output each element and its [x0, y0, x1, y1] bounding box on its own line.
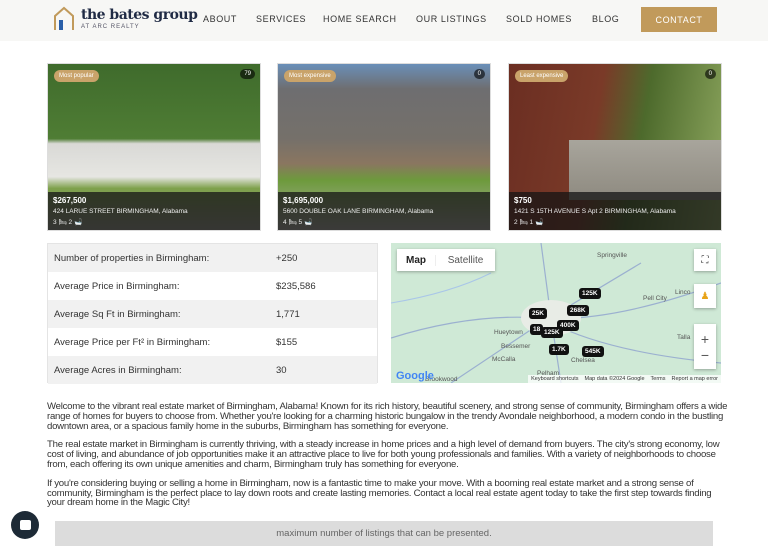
listing-address: 1421 S 15TH AVENUE S Apt 2 BIRMINGHAM, A… — [514, 208, 676, 215]
nav-sold-homes[interactable]: SOLD HOMES — [506, 14, 572, 24]
paragraph: The real estate market in Birmingham is … — [47, 439, 720, 470]
house-logo-icon — [53, 6, 75, 32]
stat-value: $155 — [276, 336, 298, 348]
map-place-label: Talla — [677, 334, 691, 341]
map-place-label: Hueytown — [494, 329, 523, 336]
baths-count: 2 — [68, 219, 73, 226]
stat-row: Number of properties in Birmingham: +250 — [48, 244, 377, 272]
stat-label: Average Sq Ft in Birmingham: — [54, 308, 181, 320]
keyboard-shortcuts-link[interactable]: Keyboard shortcuts — [531, 376, 578, 382]
beds-count: 2 — [514, 219, 518, 226]
terms-link[interactable]: Terms — [651, 376, 666, 382]
driveway — [569, 140, 721, 200]
report-error-link[interactable]: Report a map error — [672, 376, 718, 382]
map-price-marker[interactable]: 25K — [529, 308, 547, 319]
map-type-control: Map Satellite — [397, 249, 495, 271]
listing-address: 5600 DOUBLE OAK LANE BIRMINGHAM, Alabama — [283, 208, 434, 215]
chat-icon — [19, 520, 31, 530]
logo-title: the bates group — [81, 7, 198, 23]
map-place-label: Pell City — [643, 295, 667, 302]
nav-services[interactable]: SERVICES — [256, 14, 306, 24]
view-count: 79 — [240, 69, 255, 79]
bath-icon: 🛁 — [534, 219, 544, 226]
listing-badge: Most popular — [54, 70, 99, 82]
stat-value: +250 — [276, 252, 298, 264]
logo[interactable]: the bates group AT ARC REALTY — [53, 6, 198, 32]
map-price-marker[interactable]: 268K — [567, 305, 589, 316]
listing-card[interactable]: Most expensive 0 $1,695,000 5600 DOUBLE O… — [277, 63, 491, 231]
stat-value: 30 — [276, 364, 287, 376]
map-data-text: Map data ©2024 Google — [584, 376, 645, 382]
contact-button[interactable]: CONTACT — [641, 7, 717, 32]
bed-icon: 🛏 — [58, 219, 67, 226]
market-description: Welcome to the vibrant real estate marke… — [47, 402, 729, 517]
map-place-label: Springville — [597, 252, 627, 259]
stat-row: Average Price per Ft² in Birmingham: $155 — [48, 328, 377, 356]
paragraph: Welcome to the vibrant real estate marke… — [47, 401, 728, 432]
map-price-marker[interactable]: 125K — [579, 288, 601, 299]
stat-label: Average Acres in Birmingham: — [54, 364, 182, 376]
header: the bates group AT ARC REALTY ABOUT SERV… — [0, 0, 768, 41]
listing-price: $267,500 — [53, 196, 87, 205]
view-count: 0 — [473, 69, 485, 79]
stat-label: Number of properties in Birmingham: — [54, 252, 210, 264]
satellite-tab[interactable]: Satellite — [435, 254, 495, 266]
map-place-label: Bessemer — [501, 343, 531, 350]
view-count: 0 — [704, 69, 716, 79]
beds-count: 4 — [283, 219, 287, 226]
stat-label: Average Price per Ft² in Birmingham: — [54, 336, 211, 348]
chat-button[interactable] — [11, 511, 39, 539]
listing-card[interactable]: Least expensive 0 $750 1421 S 15TH AVENUE… — [508, 63, 722, 231]
stat-value: 1,771 — [276, 308, 300, 320]
map-price-marker[interactable]: 125K — [541, 327, 563, 338]
bed-icon: 🛏 — [288, 219, 297, 226]
stat-row: Average Sq Ft in Birmingham: 1,771 — [48, 300, 377, 328]
listing-card[interactable]: Most popular 79 $267,500 424 LARUE STREET… — [47, 63, 261, 231]
zoom-in-button[interactable]: + — [701, 331, 709, 347]
listing-address: 424 LARUE STREET BIRMINGHAM, Alabama — [53, 208, 188, 215]
stat-value: $235,586 — [276, 280, 316, 292]
baths-count: 5 — [298, 219, 303, 226]
nav-about[interactable]: ABOUT — [203, 14, 237, 24]
bath-icon: 🛁 — [303, 219, 313, 226]
fullscreen-icon[interactable]: ⛶ — [694, 249, 716, 271]
map[interactable]: Map Satellite ⛶ ♟ + − Springville Pell Ci… — [391, 243, 721, 383]
beds-count: 3 — [53, 219, 57, 226]
map-price-marker[interactable]: 1.7K — [549, 344, 569, 355]
pegman-icon[interactable]: ♟ — [694, 284, 716, 308]
nav-blog[interactable]: BLOG — [592, 14, 619, 24]
listing-price: $1,695,000 — [283, 196, 324, 205]
bed-icon: 🛏 — [519, 219, 528, 226]
listing-price: $750 — [514, 196, 532, 205]
map-tab[interactable]: Map — [397, 255, 435, 266]
listing-badge: Least expensive — [515, 70, 569, 82]
paragraph: If you're considering buying or selling … — [47, 477, 712, 509]
nav-our-listings[interactable]: OUR LISTINGS — [416, 14, 487, 24]
stat-row: Average Price in Birmingham: $235,586 — [48, 272, 377, 300]
stats-table: Number of properties in Birmingham: +250 … — [47, 243, 378, 384]
zoom-control: + − — [694, 324, 716, 369]
listing-badge: Most expensive — [284, 70, 336, 82]
map-place-label: McCalla — [492, 356, 516, 363]
stat-row: Average Acres in Birmingham: 30 — [48, 356, 377, 384]
bath-icon: 🛁 — [73, 219, 83, 226]
stat-label: Average Price in Birmingham: — [54, 280, 180, 292]
map-footer: Keyboard shortcuts Map data ©2024 Google… — [528, 375, 721, 383]
logo-subtitle: AT ARC REALTY — [81, 24, 140, 30]
map-place-label: Chelsea — [571, 357, 595, 364]
google-logo: Google — [396, 370, 434, 382]
zoom-out-button[interactable]: − — [701, 347, 709, 363]
listings-notice: maximum number of listings that can be p… — [55, 521, 713, 546]
map-price-marker[interactable]: 545K — [582, 346, 604, 357]
nav-home-search[interactable]: HOME SEARCH — [323, 14, 397, 24]
map-place-label: Linco — [675, 289, 691, 296]
baths-count: 1 — [529, 219, 534, 226]
